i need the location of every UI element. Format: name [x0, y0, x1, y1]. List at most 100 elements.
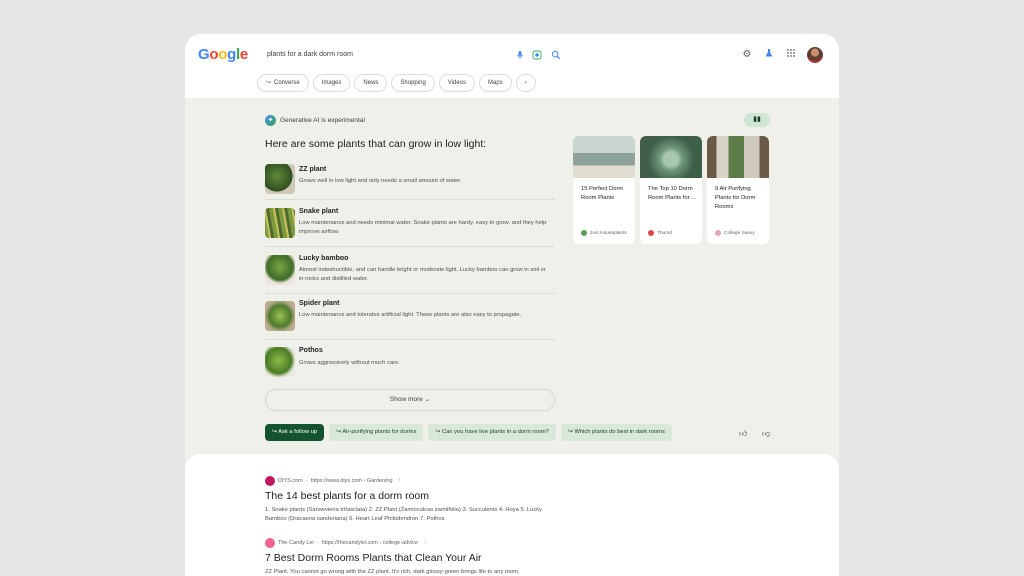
search-icon[interactable] — [550, 50, 562, 62]
ai-label-text: Generative AI is experimental — [280, 117, 365, 124]
show-more-label: Show more — [389, 396, 423, 403]
more-vert-icon[interactable]: ⋮ — [396, 478, 403, 484]
followup-chip[interactable]: ↪ Can you have live plants in a dorm roo… — [428, 424, 556, 441]
flask-icon[interactable] — [762, 48, 776, 62]
followup-chip[interactable]: ↪ Which plants do best in dark rooms — [560, 424, 672, 441]
card-title: 9 Air Purifying Plants for Dorm Rooms — [715, 186, 756, 210]
tab-videos[interactable]: Videos — [438, 74, 476, 92]
mic-icon[interactable] — [514, 50, 526, 62]
pothos-image[interactable] — [265, 347, 295, 377]
result-title[interactable]: The 14 best plants for a dorm room — [265, 490, 555, 502]
list-item: Spider plant Low maintenance and tolerat… — [265, 294, 555, 340]
chip-label: Ask a follow up — [278, 429, 318, 435]
plant-name: Spider plant — [299, 300, 340, 307]
plant-name: Snake plant — [299, 208, 339, 215]
search-results: DIYS.com · https://www.diys.com › Garden… — [185, 454, 839, 576]
card-source: Thursd — [648, 230, 672, 236]
ai-experimental-label: ✦ Generative AI is experimental — [265, 115, 365, 126]
search-bar[interactable]: plants for a dark dorm room — [258, 44, 570, 68]
result-url[interactable]: https://www.diys.com › Gardening — [311, 478, 393, 484]
tab-maps[interactable]: Maps — [479, 74, 512, 92]
card-source: Just Houseplants — [581, 230, 627, 236]
source-card[interactable]: 15 Perfect Dorm Room Plants Just Housepl… — [573, 136, 635, 244]
thumbs-down-icon[interactable]: 👎︎ — [762, 429, 770, 439]
gear-icon[interactable]: ⚙ — [740, 48, 754, 62]
list-item: Snake plant Low maintenance and needs mi… — [265, 200, 555, 247]
plant-desc: Low maintenance and needs minimal water.… — [299, 220, 547, 235]
spider-plant-image[interactable] — [265, 301, 295, 331]
card-source-label: Thursd — [657, 230, 672, 236]
tab-images[interactable]: Images — [312, 74, 351, 92]
source-card[interactable]: The Top 10 Dorm Room Plants for ... Thur… — [640, 136, 702, 244]
lens-icon[interactable] — [531, 50, 543, 62]
tab-converse[interactable]: ↪ Converse — [257, 74, 309, 92]
plant-list: ZZ plant Grows well in low light and onl… — [265, 158, 555, 384]
show-more-button[interactable]: Show more ⌄ — [265, 389, 555, 411]
ask-follow-up-button[interactable]: ↪ Ask a follow up — [265, 424, 325, 441]
site-favicon — [265, 476, 275, 486]
tab-news[interactable]: News — [354, 74, 388, 92]
separator: · — [305, 478, 308, 484]
converse-icon: ↪ — [266, 80, 272, 86]
browser-window: Google plants for a dark dorm room ⚙ ↪ Co… — [185, 34, 839, 576]
result-site: DIYS.com — [278, 478, 303, 484]
source-card[interactable]: 9 Air Purifying Plants for Dorm Rooms Co… — [707, 136, 769, 244]
result-snippet: 1. Snake plants (Sansevieria trifasciata… — [265, 507, 543, 522]
list-item: Pothos Grows aggressively without much c… — [265, 340, 555, 384]
card-title: 15 Perfect Dorm Room Plants — [581, 186, 624, 201]
thumbs-up-icon[interactable]: 👍︎ — [739, 429, 747, 439]
more-vert-icon[interactable]: ⋮ — [421, 540, 428, 546]
result-meta: DIYS.com · https://www.diys.com › Garden… — [265, 476, 555, 486]
card-title: The Top 10 Dorm Room Plants for ... — [648, 186, 697, 201]
result-snippet: ZZ Plant. You cannot go wrong with the Z… — [265, 569, 520, 575]
card-image — [573, 136, 635, 178]
search-tabs: ↪ Converse Images News Shopping Videos Ma… — [257, 74, 536, 92]
result-meta: The Candy Lei · https://thecandylei.com … — [265, 538, 555, 548]
source-favicon — [581, 230, 587, 236]
search-input[interactable]: plants for a dark dorm room — [267, 51, 353, 58]
list-item: Lucky bamboo Almost indestructible, and … — [265, 247, 555, 294]
zz-plant-image[interactable] — [265, 164, 295, 194]
snake-plant-image[interactable] — [265, 208, 295, 238]
google-logo[interactable]: Google — [198, 46, 248, 63]
source-favicon — [715, 230, 721, 236]
ai-heading: Here are some plants that can grow in lo… — [265, 138, 487, 150]
followup-chips: ↪ Ask a follow up ↪ Air-purifying plants… — [265, 424, 672, 441]
source-favicon — [648, 230, 654, 236]
lucky-bamboo-image[interactable] — [265, 255, 295, 285]
separator: · — [316, 540, 319, 546]
result-url[interactable]: https://thecandylei.com › college-advice — [322, 540, 418, 546]
chevron-down-icon: ⌄ — [424, 396, 431, 403]
card-source-label: College Savvy — [724, 230, 755, 236]
list-item: ZZ plant Grows well in low light and onl… — [265, 158, 555, 200]
result-title[interactable]: 7 Best Dorm Rooms Plants that Clean Your… — [265, 552, 555, 564]
card-source-label: Just Houseplants — [590, 230, 627, 236]
card-source: College Savvy — [715, 230, 755, 236]
source-cards: 15 Perfect Dorm Room Plants Just Housepl… — [573, 136, 769, 244]
sparkle-icon: ✦ — [265, 115, 276, 126]
chip-label: Can you have live plants in a dorm room? — [441, 429, 549, 435]
plant-name: ZZ plant — [299, 166, 327, 173]
search-result: The Candy Lei · https://thecandylei.com … — [265, 538, 555, 576]
followup-chip[interactable]: ↪ Air-purifying plants for dorms — [329, 424, 424, 441]
plant-desc: Low maintenance and tolerates artificial… — [299, 312, 522, 318]
plant-desc: Almost indestructible, and can handle br… — [299, 267, 546, 282]
chip-label: Which plants do best in dark rooms — [574, 429, 665, 435]
apps-grid-icon[interactable] — [784, 48, 798, 62]
chip-label: Air-purifying plants for dorms — [342, 429, 417, 435]
plant-name: Pothos — [299, 347, 323, 354]
layout-toggle-button[interactable]: ▮▮ — [744, 113, 770, 127]
tab-shopping[interactable]: Shopping — [391, 74, 435, 92]
search-result: DIYS.com · https://www.diys.com › Garden… — [265, 476, 555, 524]
plant-desc: Grows well in low light and only needs a… — [299, 178, 462, 184]
card-image — [640, 136, 702, 178]
plant-name: Lucky bamboo — [299, 255, 349, 262]
site-favicon — [265, 538, 275, 548]
avatar[interactable] — [807, 47, 823, 63]
tabs-more-button[interactable]: › — [515, 74, 536, 92]
plant-desc: Grows aggressively without much care. — [299, 360, 400, 366]
card-image — [707, 136, 769, 178]
tab-label: Converse — [274, 80, 300, 86]
result-site: The Candy Lei — [278, 540, 314, 546]
search-header: Google plants for a dark dorm room ⚙ ↪ Co… — [185, 34, 839, 98]
